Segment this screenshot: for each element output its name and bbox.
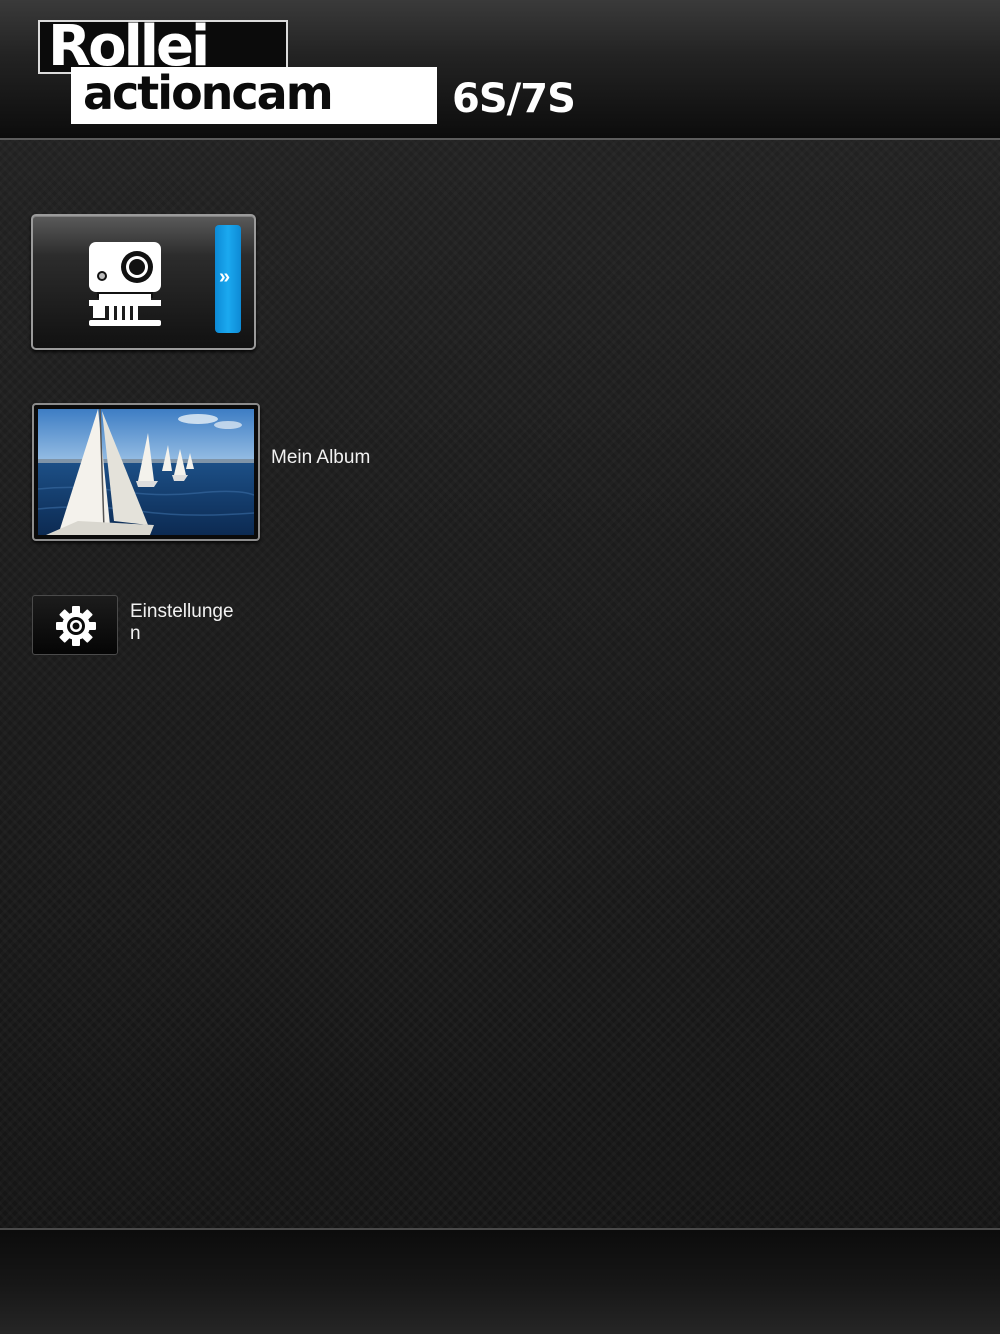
gear-icon xyxy=(56,606,96,646)
header-bar: Rollei actioncam 6S/7S xyxy=(0,0,1000,140)
album-button[interactable] xyxy=(32,403,260,541)
rollei-actioncam-logo: Rollei actioncam 6S/7S xyxy=(38,14,598,126)
double-chevron-right-icon: » xyxy=(219,266,231,288)
album-label[interactable]: Mein Album xyxy=(271,447,371,469)
sailboats-photo xyxy=(38,409,254,535)
camera-connect-button[interactable]: » xyxy=(31,214,256,350)
settings-label[interactable]: Einstellungen xyxy=(130,601,240,645)
settings-button[interactable] xyxy=(32,595,118,655)
app-screen: Rollei actioncam 6S/7S » Mein Album Eins… xyxy=(0,0,1000,1334)
logo-model-text: 6S/7S xyxy=(452,76,576,122)
bottom-bar xyxy=(0,1228,1000,1334)
logo-actioncam-box: actioncam xyxy=(71,66,437,124)
arrow-tab: » xyxy=(215,225,241,333)
action-camera-icon xyxy=(89,242,161,326)
logo-product-text: actioncam xyxy=(83,66,334,120)
